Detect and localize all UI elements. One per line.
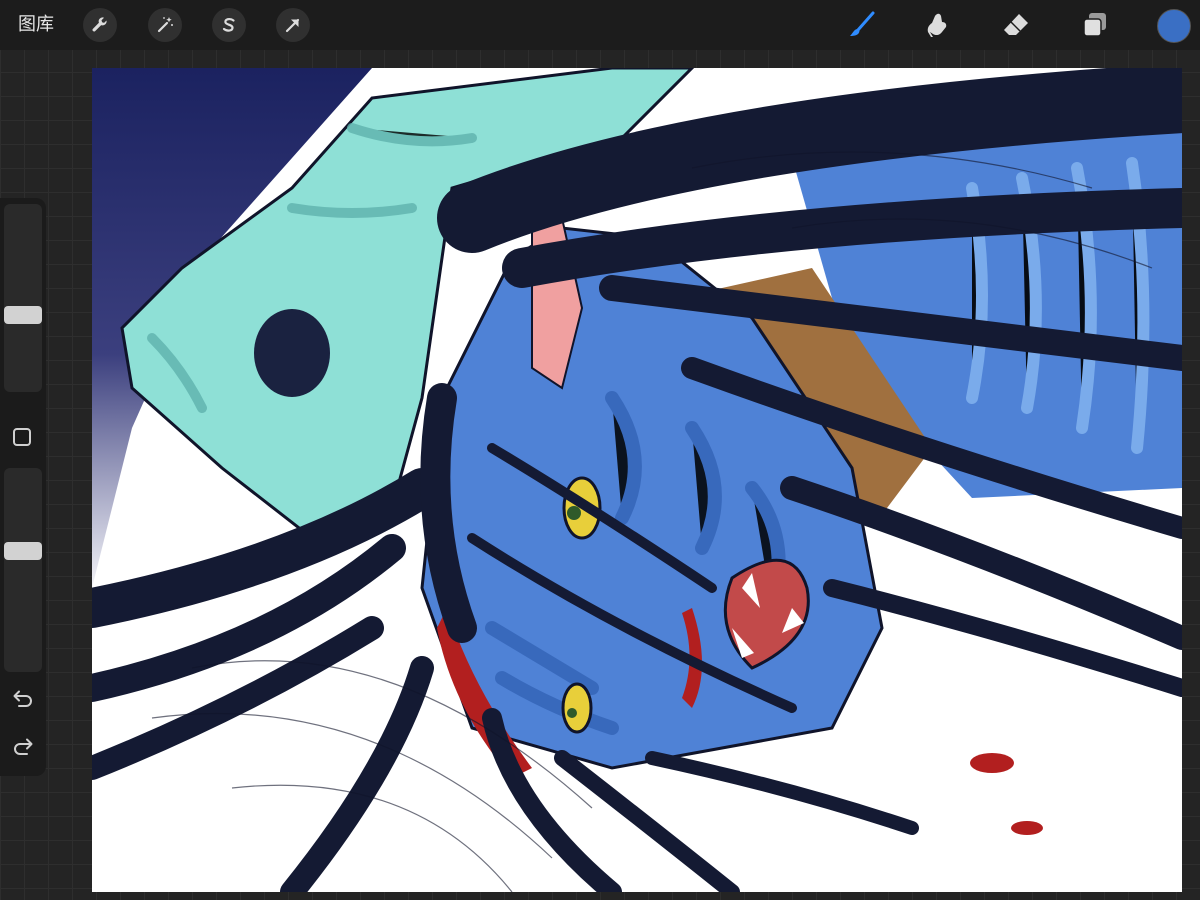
brush-icon bbox=[850, 11, 875, 36]
layers-button[interactable] bbox=[1076, 6, 1114, 44]
magic-wand-icon bbox=[157, 17, 173, 33]
transform-arrow-icon bbox=[285, 18, 300, 33]
adjustments-button[interactable] bbox=[148, 8, 182, 42]
left-sidebar bbox=[0, 198, 46, 776]
gallery-button[interactable]: 图库 bbox=[18, 12, 54, 38]
modify-button[interactable] bbox=[13, 428, 31, 446]
top-toolbar: 图库 bbox=[0, 0, 1200, 50]
fist-shadow bbox=[254, 309, 330, 397]
transform-button[interactable] bbox=[276, 8, 310, 42]
lower-eye bbox=[561, 682, 593, 734]
undo-icon bbox=[13, 690, 32, 707]
eraser-icon bbox=[1004, 14, 1028, 35]
selection-button[interactable] bbox=[212, 8, 246, 42]
opacity-thumb[interactable] bbox=[4, 542, 42, 561]
selection-s-icon bbox=[222, 18, 235, 32]
undo-button[interactable] bbox=[11, 688, 35, 710]
opacity-slider[interactable] bbox=[4, 468, 42, 672]
drawing-canvas[interactable] bbox=[92, 68, 1182, 892]
brush-size-thumb[interactable] bbox=[4, 306, 42, 324]
smudge-tool-button[interactable] bbox=[920, 6, 958, 44]
eraser-tool-button[interactable] bbox=[997, 6, 1035, 44]
smudge-icon bbox=[927, 13, 947, 37]
layers-icon bbox=[1083, 13, 1106, 37]
artwork bbox=[92, 68, 1182, 892]
brush-size-slider[interactable] bbox=[4, 204, 42, 392]
redo-button[interactable] bbox=[11, 736, 35, 758]
color-picker-swatch[interactable] bbox=[1157, 9, 1191, 43]
redo-icon bbox=[14, 738, 33, 755]
wrench-icon bbox=[92, 17, 107, 32]
brush-tool-button[interactable] bbox=[843, 6, 881, 44]
actions-button[interactable] bbox=[83, 8, 117, 42]
